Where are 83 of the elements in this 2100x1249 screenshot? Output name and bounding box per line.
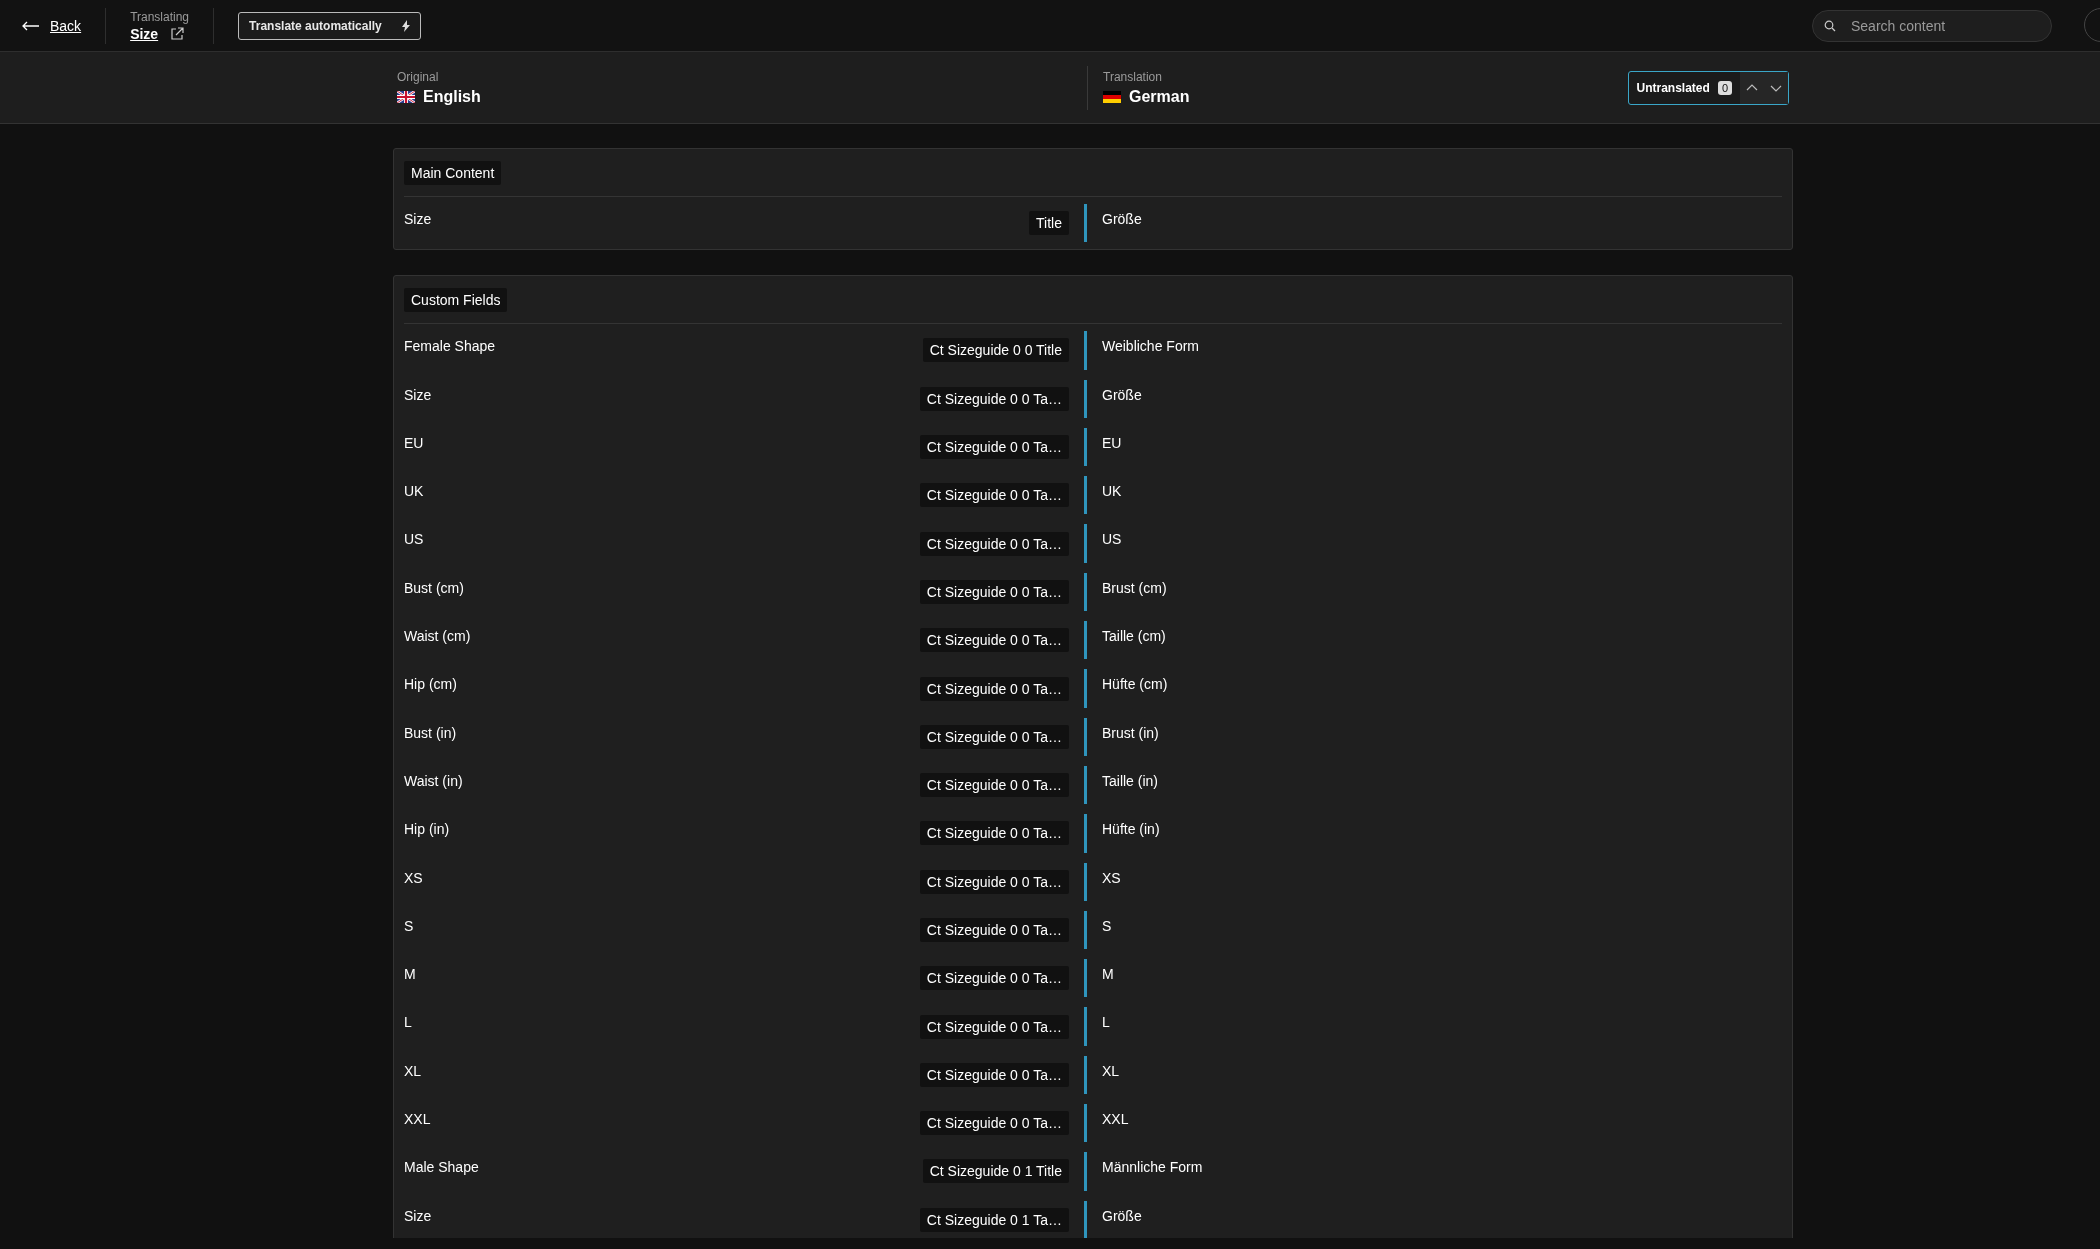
original-text: Hip (cm) bbox=[404, 675, 457, 693]
original-text: Bust (in) bbox=[404, 723, 457, 741]
original-text: Female Shape bbox=[404, 337, 496, 355]
field-tag: Ct Sizeguide 0 0 Ta… bbox=[919, 773, 1069, 798]
next-button[interactable] bbox=[1764, 71, 1788, 104]
translation-text[interactable]: S bbox=[1087, 905, 1112, 955]
count-badge: 0 bbox=[1717, 80, 1732, 95]
chevron-up-icon bbox=[1746, 83, 1758, 92]
original-text: UK bbox=[404, 482, 424, 500]
original-text: Waist (cm) bbox=[404, 627, 471, 645]
translation-text[interactable]: Weibliche Form bbox=[1087, 326, 1199, 375]
arrow-left-icon bbox=[22, 20, 40, 31]
field-tag: Ct Sizeguide 0 0 Ta… bbox=[919, 579, 1069, 604]
translation-text[interactable]: XL bbox=[1087, 1050, 1120, 1100]
item-title-link[interactable]: Size bbox=[130, 25, 159, 42]
translation-text[interactable]: Brust (cm) bbox=[1087, 567, 1167, 617]
field-tag: Ct Sizeguide 0 0 Ta… bbox=[919, 676, 1069, 701]
translation-text[interactable]: L bbox=[1087, 1002, 1110, 1051]
translation-text[interactable]: Männliche Form bbox=[1087, 1147, 1203, 1196]
field-tag: Ct Sizeguide 0 0 Ta… bbox=[919, 1062, 1069, 1087]
context-label: Translating bbox=[130, 9, 190, 24]
original-text: Size bbox=[404, 385, 432, 403]
section-title: Custom Fields bbox=[404, 288, 508, 313]
untranslated-filter[interactable]: Untranslated 0 bbox=[1627, 70, 1789, 105]
field-tag: Title bbox=[1029, 211, 1069, 236]
original-text: L bbox=[404, 1013, 412, 1031]
back-link[interactable]: Back bbox=[22, 17, 82, 34]
language-name: English bbox=[423, 87, 481, 106]
original-text: XS bbox=[404, 868, 423, 886]
section-title: Main Content bbox=[404, 161, 502, 185]
chevron-down-icon bbox=[1770, 83, 1782, 92]
translation-text[interactable]: US bbox=[1087, 519, 1122, 568]
original-text: Male Shape bbox=[404, 1158, 479, 1176]
field-tag: Ct Sizeguide 0 0 Ta… bbox=[919, 628, 1069, 653]
field-tag: Ct Sizeguide 0 0 Ta… bbox=[919, 869, 1069, 894]
field-tag: Ct Sizeguide 0 0 Ta… bbox=[919, 386, 1069, 411]
translation-text[interactable]: Taille (in) bbox=[1087, 760, 1158, 810]
column-label: Translation bbox=[1103, 69, 1163, 84]
original-text: XXL bbox=[404, 1110, 431, 1128]
translation-text[interactable]: Brust (in) bbox=[1087, 712, 1159, 761]
original-text: S bbox=[404, 916, 414, 934]
translation-text[interactable]: EU bbox=[1087, 422, 1122, 472]
original-text: Hip (in) bbox=[404, 820, 450, 838]
original-text: US bbox=[404, 530, 424, 548]
original-text: Size bbox=[404, 210, 432, 227]
field-tag: Ct Sizeguide 0 1 Title bbox=[922, 1159, 1069, 1184]
field-tag: Ct Sizeguide 0 0 Ta… bbox=[919, 918, 1069, 942]
field-tag: Ct Sizeguide 0 0 Ta… bbox=[919, 1014, 1069, 1039]
field-tag: Ct Sizeguide 0 0 Ta… bbox=[919, 483, 1069, 508]
external-link-icon[interactable] bbox=[170, 26, 185, 41]
field-tag: Ct Sizeguide 0 0 Ta… bbox=[919, 531, 1069, 556]
translation-text[interactable]: Hüfte (cm) bbox=[1087, 664, 1168, 713]
field-tag: Ct Sizeguide 0 0 Ta… bbox=[919, 966, 1069, 991]
filter-label: Untranslated bbox=[1636, 80, 1710, 95]
translation-text[interactable]: Hüfte (in) bbox=[1087, 809, 1160, 858]
original-text: Waist (in) bbox=[404, 771, 463, 789]
translation-text[interactable]: UK bbox=[1087, 471, 1122, 520]
translation-text[interactable]: M bbox=[1087, 954, 1114, 1003]
translation-text[interactable]: Taille (cm) bbox=[1087, 616, 1166, 665]
translation-text[interactable]: Größe bbox=[1087, 1195, 1142, 1238]
search-field[interactable]: Search content bbox=[1812, 9, 2052, 42]
field-tag: Ct Sizeguide 0 1 Ta… bbox=[919, 1207, 1069, 1232]
original-text: Bust (cm) bbox=[404, 578, 464, 596]
field-tag: Ct Sizeguide 0 0 Ta… bbox=[919, 435, 1069, 460]
original-text: EU bbox=[404, 433, 424, 451]
translation-text[interactable]: Größe bbox=[1087, 199, 1142, 248]
original-text: M bbox=[404, 965, 416, 983]
uk-flag-icon bbox=[397, 90, 415, 103]
translation-text[interactable]: XS bbox=[1087, 857, 1121, 906]
field-tag: Ct Sizeguide 0 0 Ta… bbox=[919, 821, 1069, 846]
translation-text[interactable]: XXL bbox=[1087, 1099, 1129, 1148]
original-text: XL bbox=[404, 1061, 422, 1079]
lightning-icon bbox=[401, 19, 410, 32]
original-text: Size bbox=[404, 1206, 432, 1224]
germany-flag-icon bbox=[1103, 90, 1121, 103]
previous-button[interactable] bbox=[1740, 71, 1764, 104]
translate-automatically-button[interactable]: Translate automatically bbox=[238, 11, 421, 40]
column-label: Original bbox=[397, 69, 440, 84]
field-tag: Ct Sizeguide 0 0 Ta… bbox=[919, 724, 1069, 749]
language-name: German bbox=[1129, 87, 1190, 106]
translation-text[interactable]: Größe bbox=[1087, 374, 1142, 423]
field-tag: Ct Sizeguide 0 0 Title bbox=[922, 338, 1069, 363]
field-tag: Ct Sizeguide 0 0 Ta… bbox=[919, 1111, 1069, 1136]
